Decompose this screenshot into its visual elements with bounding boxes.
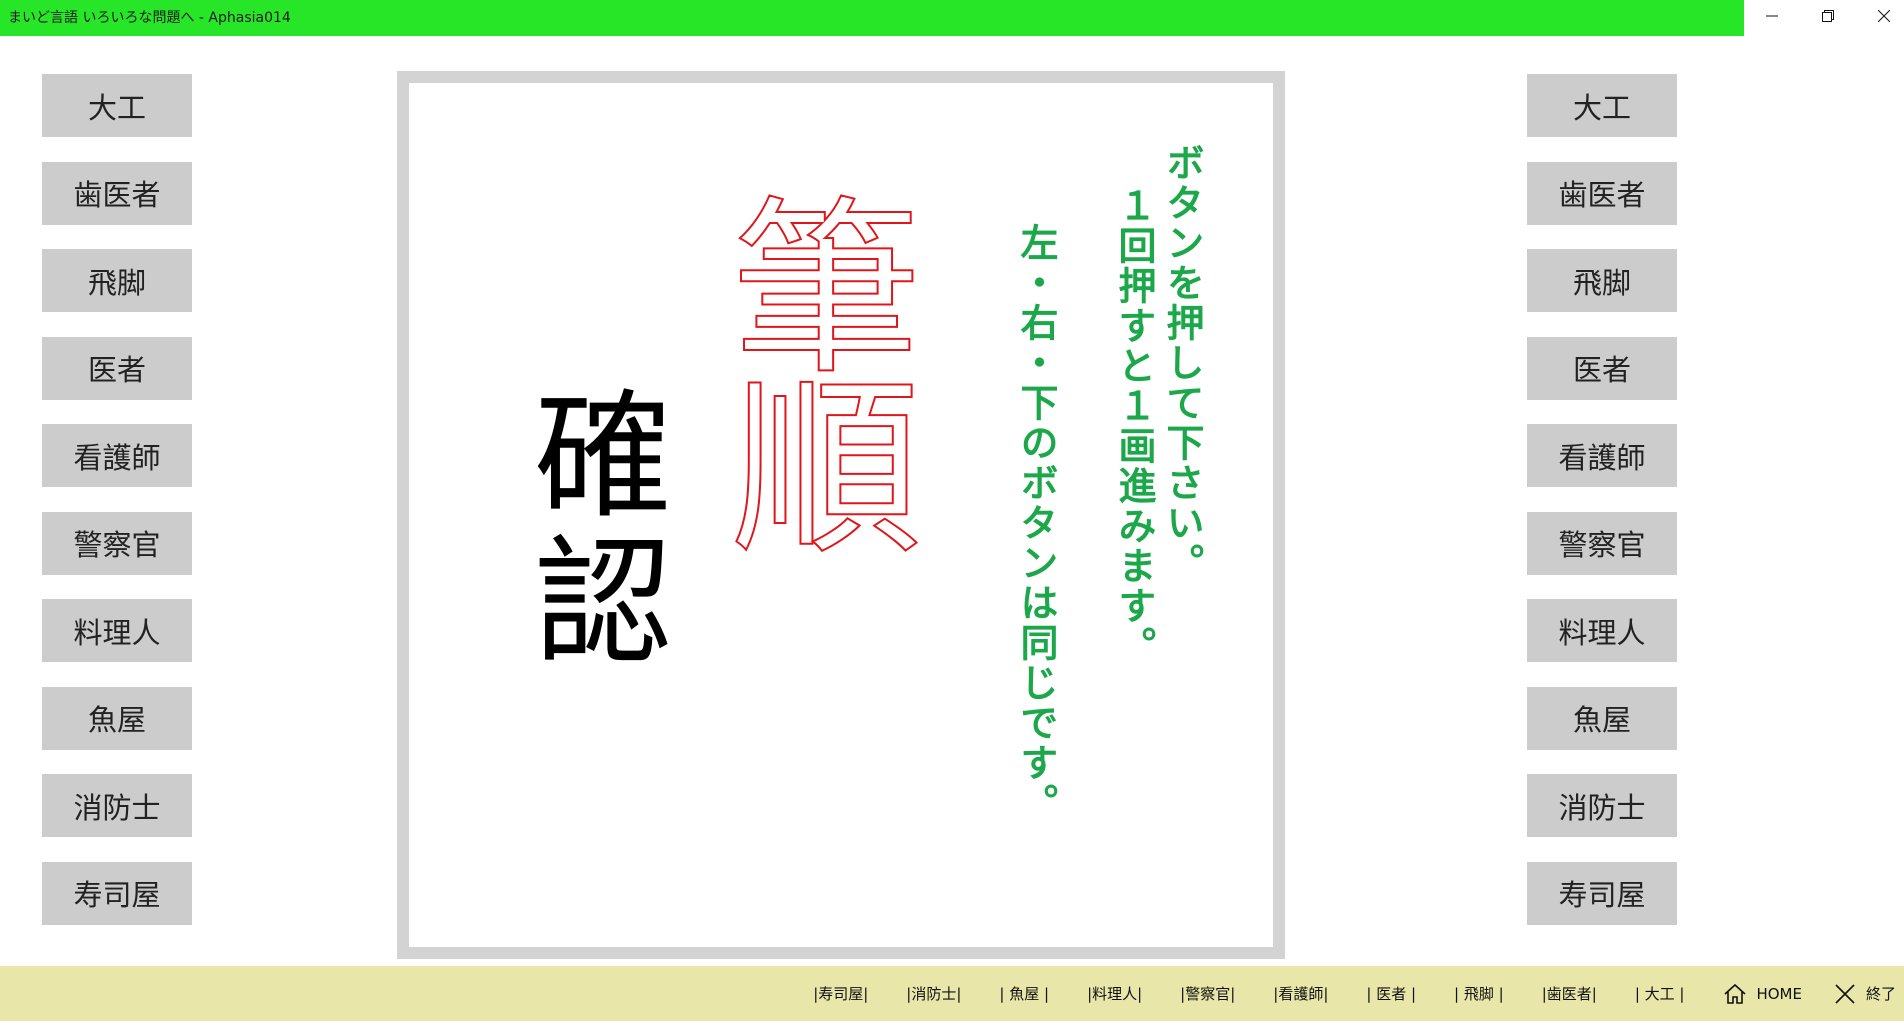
nav-item-sakanaya[interactable]: | 魚屋 | — [999, 983, 1049, 1004]
right-button-ryourinin[interactable]: 料理人 — [1527, 599, 1677, 662]
minimize-icon — [1766, 15, 1778, 17]
exit-label: 終了 — [1865, 985, 1896, 1003]
instruction-line-1: ボタンを押して下さい。 — [1160, 143, 1204, 583]
right-button-shouboushi[interactable]: 消防士 — [1527, 774, 1677, 837]
left-button-isha[interactable]: 医者 — [42, 336, 192, 400]
left-button-keisatsukan[interactable]: 警察官 — [42, 511, 192, 575]
nav-item-kangoshi[interactable]: |看護師| — [1273, 983, 1328, 1004]
nav-item-daiku[interactable]: | 大工 | — [1635, 983, 1685, 1004]
right-button-hikyaku[interactable]: 飛脚 — [1527, 249, 1677, 312]
close-button[interactable] — [1860, 0, 1904, 32]
left-button-shouboushi[interactable]: 消防士 — [42, 774, 192, 837]
stroke-order-board-frame: ボタンを押して下さい。 １回押すと１画進みます。 左・右・下のボタンは同じです。… — [397, 71, 1285, 959]
restore-button[interactable] — [1804, 0, 1852, 32]
title-bar-accent: まいど言語 いろいろな問題へ - Aphasia014 — [0, 0, 1744, 36]
right-button-haisha[interactable]: 歯医者 — [1527, 161, 1677, 225]
left-button-daiku[interactable]: 大工 — [42, 74, 192, 137]
right-button-sushiya[interactable]: 寿司屋 — [1527, 861, 1677, 925]
right-button-sakanaya[interactable]: 魚屋 — [1527, 686, 1677, 750]
nav-item-shouboushi[interactable]: |消防士| — [906, 983, 961, 1004]
nav-item-hikyaku[interactable]: | 飛脚 | — [1454, 983, 1504, 1004]
right-button-column: 大工 歯医者 飛脚 医者 看護師 警察官 料理人 魚屋 消防士 寿司屋 — [1527, 74, 1677, 949]
left-button-ryourinin[interactable]: 料理人 — [42, 599, 192, 662]
exit-button[interactable]: 終了 — [1832, 981, 1896, 1007]
bottom-nav: |寿司屋| |消防士| | 魚屋 | |料理人| |警察官| |看護師| | 医… — [813, 966, 1904, 1021]
confirm-title: 確認 — [510, 383, 671, 675]
right-button-kangoshi[interactable]: 看護師 — [1527, 424, 1677, 487]
left-button-haisha[interactable]: 歯医者 — [42, 161, 192, 225]
left-button-kangoshi[interactable]: 看護師 — [42, 424, 192, 487]
home-icon — [1722, 981, 1748, 1007]
close-icon — [1878, 10, 1890, 22]
left-button-sakanaya[interactable]: 魚屋 — [42, 686, 192, 750]
close-icon — [1832, 981, 1858, 1007]
minimize-button[interactable] — [1748, 0, 1796, 32]
bottom-app-bar: |寿司屋| |消防士| | 魚屋 | |料理人| |警察官| |看護師| | 医… — [0, 966, 1904, 1021]
nav-item-keisatsukan[interactable]: |警察官| — [1180, 983, 1235, 1004]
instruction-line-2: １回押すと１画進みます。 — [1112, 186, 1156, 666]
title-bar: まいど言語 いろいろな問題へ - Aphasia014 — [0, 0, 1904, 36]
home-label: HOME — [1756, 984, 1802, 1003]
right-button-isha[interactable]: 医者 — [1527, 336, 1677, 400]
stroke-order-title: 筆順 — [698, 187, 921, 549]
window-title: まいど言語 いろいろな問題へ - Aphasia014 — [8, 10, 291, 26]
restore-icon — [1822, 10, 1834, 22]
right-button-keisatsukan[interactable]: 警察官 — [1527, 511, 1677, 575]
home-button[interactable]: HOME — [1722, 981, 1802, 1007]
nav-item-ryourinin[interactable]: |料理人| — [1087, 983, 1142, 1004]
right-button-daiku[interactable]: 大工 — [1527, 74, 1677, 137]
left-button-column: 大工 歯医者 飛脚 医者 看護師 警察官 料理人 魚屋 消防士 寿司屋 — [42, 74, 192, 949]
nav-item-haisha[interactable]: |歯医者| — [1542, 983, 1597, 1004]
nav-item-sushiya[interactable]: |寿司屋| — [813, 983, 868, 1004]
instruction-line-3: 左・右・下のボタンは同じです。 — [1014, 223, 1058, 823]
nav-item-isha[interactable]: | 医者 | — [1366, 983, 1416, 1004]
left-button-sushiya[interactable]: 寿司屋 — [42, 861, 192, 925]
stroke-order-board[interactable]: ボタンを押して下さい。 １回押すと１画進みます。 左・右・下のボタンは同じです。… — [409, 83, 1273, 947]
left-button-hikyaku[interactable]: 飛脚 — [42, 249, 192, 312]
